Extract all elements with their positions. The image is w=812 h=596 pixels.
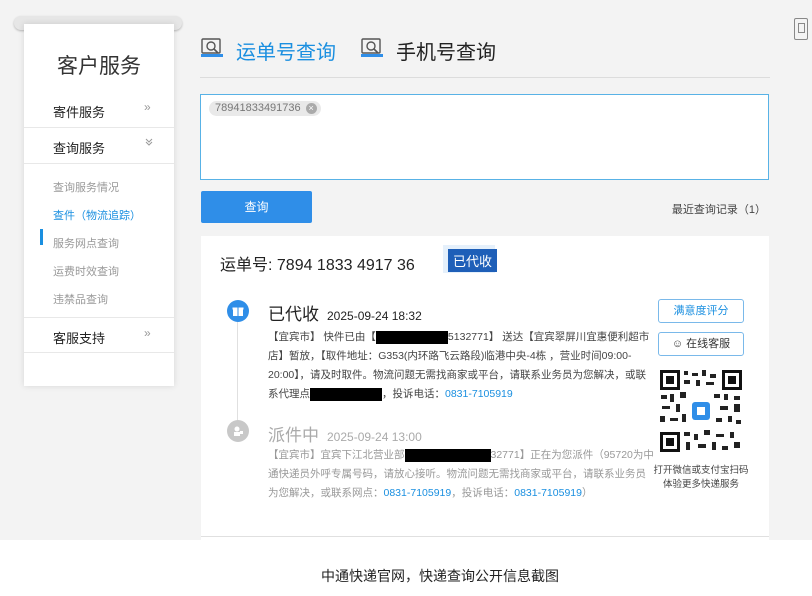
search-document-icon	[200, 36, 224, 60]
status-badge: 已代收	[448, 249, 498, 272]
event-text: 【宜宾市】 快件已由【	[268, 331, 376, 343]
screenshot-area: 客户服务 寄件服务 » 查询服务 查询服务情况 查件（物流追踪） 服务网点查询 …	[0, 0, 812, 540]
event-text: ）	[581, 487, 593, 499]
chevron-down-icon	[144, 136, 154, 150]
nav-item-query[interactable]: 查询服务	[24, 128, 174, 164]
result-panel: 运单号: 7894 1833 4917 36 已代收 已代收 2025-09-24…	[201, 236, 769, 540]
phone-link[interactable]: 0831-7105919	[384, 487, 452, 499]
event-title: 已代收 2025-09-24 18:32	[268, 300, 422, 325]
tab-label: 运单号查询	[236, 42, 336, 64]
waybill-number: 运单号: 7894 1833 4917 36	[220, 257, 415, 274]
redaction-bar	[310, 387, 382, 401]
mobile-icon[interactable]	[794, 18, 808, 40]
phone-link[interactable]: 0831-7105919	[514, 487, 582, 499]
divider	[201, 536, 769, 537]
waybill-chip[interactable]: 78941833491736 ×	[209, 101, 321, 116]
courier-icon	[227, 420, 249, 442]
nav-label: 查询服务	[53, 141, 106, 156]
nav-label: 寄件服务	[53, 105, 106, 120]
chat-button[interactable]: ☺ 在线客服	[658, 332, 744, 356]
event-text: ，投诉电话：	[382, 388, 445, 400]
sidebar: 客户服务 寄件服务 » 查询服务 查询服务情况 查件（物流追踪） 服务网点查询 …	[24, 24, 174, 386]
timeline-line	[237, 314, 238, 434]
sub-item-service-status[interactable]: 查询服务情况	[53, 179, 119, 195]
event-text: 【宜宾市】宜宾下江北营业部	[268, 449, 405, 461]
event-detail: 【宜宾市】 快件已由【 5132771】 送达【宜宾翠屏川宜惠便利超市店】暂放，【…	[268, 328, 656, 404]
chevron-right-icon: »	[144, 100, 151, 114]
image-caption: 中通快递官网，快递查询公开信息截图	[321, 568, 559, 584]
qr-code	[658, 368, 744, 454]
close-icon[interactable]: ×	[305, 103, 317, 114]
redaction-bar	[375, 330, 448, 344]
nav-item-send[interactable]: 寄件服务 »	[24, 92, 174, 128]
event-detail: 【宜宾市】宜宾下江北营业部 32771】正在为您派件（95720为中通快递员外呼专…	[268, 446, 656, 503]
waybill-input[interactable]: 78941833491736 ×	[200, 94, 769, 180]
event-text: ，投诉电话：	[451, 487, 515, 499]
recent-history-link[interactable]: 最近查询记录（1）	[672, 201, 766, 217]
tab-label: 手机号查询	[396, 42, 496, 64]
sub-item-tracking[interactable]: 查件（物流追踪）	[53, 207, 141, 223]
rate-button[interactable]: 满意度评分	[658, 299, 744, 323]
event-time: 2025-09-24 13:00	[327, 430, 422, 444]
event-status: 派件中	[268, 426, 319, 445]
query-button[interactable]: 查询	[201, 191, 312, 223]
chat-label: 在线客服	[686, 338, 731, 350]
sidebar-title: 客户服务	[57, 55, 141, 78]
sub-item-fee-query[interactable]: 运费时效查询	[53, 263, 119, 279]
nav-label: 客服支持	[53, 331, 106, 346]
tab-divider	[200, 77, 770, 78]
gift-box-icon	[227, 300, 249, 322]
event-status: 已代收	[268, 305, 319, 324]
redaction-bar	[404, 448, 491, 462]
nav-item-support[interactable]: 客服支持 »	[24, 317, 174, 353]
chevron-right-icon: »	[144, 326, 151, 340]
search-phone-icon	[360, 36, 384, 60]
main-panel: 运单号查询 手机号查询 78941833491736 × 查询 最近查询记录（1…	[200, 0, 770, 540]
active-marker	[40, 229, 43, 245]
sub-item-prohibited-query[interactable]: 违禁品查询	[53, 291, 108, 307]
sub-item-outlet-query[interactable]: 服务网点查询	[53, 235, 119, 251]
chip-value: 78941833491736	[215, 102, 301, 114]
event-title: 派件中 2025-09-24 13:00	[268, 421, 422, 446]
phone-link[interactable]: 0831-7105919	[445, 388, 513, 400]
event-time: 2025-09-24 18:32	[327, 309, 422, 323]
chat-icon: ☺	[671, 338, 687, 350]
qr-caption: 打开微信或支付宝扫码体验更多快递服务	[653, 465, 749, 490]
